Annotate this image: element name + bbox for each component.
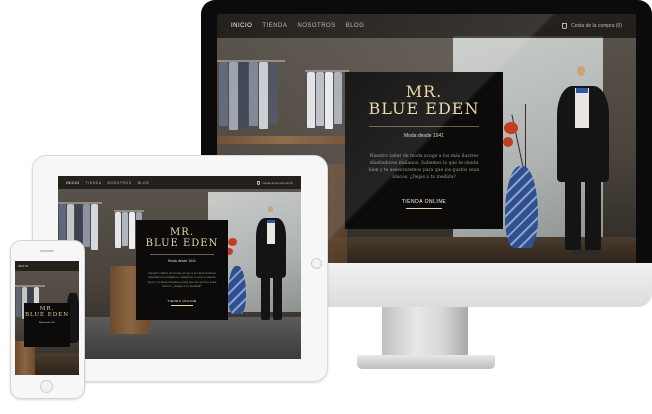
blue-bowtie [576,88,588,93]
cart-link[interactable]: Cesta de la compra (0) [561,23,622,29]
iphone-home-button[interactable] [40,380,53,393]
site-nav: INICIO [15,261,79,271]
ipad-home-button[interactable] [311,258,322,269]
site-nav: INICIO TIENDA NOSOTROS BLOG Cesta de la … [58,176,301,189]
blue-bowtie [267,220,275,223]
cart-label: Cesta de la compra (0) [262,180,293,185]
nav-item-tienda[interactable]: TIENDA [86,181,102,185]
shop-link-underline [406,207,442,209]
tagline: Moda desde 1941 [167,259,197,263]
shop-online-link[interactable]: TIENDA ONLINE [167,299,196,303]
brand-name-line2: BLUE EDEN [24,311,70,318]
brand-name-line2: BLUE EDEN [368,98,480,118]
brand-divider [150,254,214,255]
nav-item-blog[interactable]: BLOG [138,181,150,185]
cart-label: Cesta de la compra (0) [571,23,622,29]
nav-item-inicio[interactable]: INICIO [66,181,80,185]
nav-item-tienda[interactable]: TIENDA [262,23,287,29]
tagline: Moda desde 1941 [38,321,55,324]
red-flower [503,137,513,147]
red-flower [504,122,518,134]
clothes-rack [217,60,285,130]
nav-item-nosotros[interactable]: NOSOTROS [108,181,132,185]
iphone-screen: INICIO MR. BLUE EDEN Moda desde 1941 [15,261,79,375]
brand-name-line1: MR. [170,227,194,238]
nav-item-inicio[interactable]: INICIO [18,265,28,268]
shopping-cart-icon [561,23,568,29]
hero-description: Nuestro taller de moda acoge a los más i… [368,153,480,180]
nav-item-inicio[interactable]: INICIO [231,23,252,29]
brand-name-line2: BLUE EDEN [145,237,219,249]
shop-online-link[interactable]: TIENDA ONLINE [402,199,447,205]
shop-link-underline [171,304,193,306]
red-flower [228,238,237,246]
nav-item-blog[interactable]: BLOG [346,23,365,29]
shopping-cart-icon [256,180,261,185]
brand-divider [369,125,479,127]
iphone-speaker [40,250,54,252]
site-nav: INICIO TIENDA NOSOTROS BLOG Cesta de la … [217,14,636,38]
store-floor [58,317,301,359]
hero-description: Nuestro taller de moda acoge a los más i… [147,271,217,289]
tagline: Moda desde 1941 [403,132,445,139]
blue-vase [228,266,246,314]
ipad-screen: INICIO TIENDA NOSOTROS BLOG Cesta de la … [58,176,301,359]
imac-stand-base [357,355,495,369]
cart-link[interactable]: Cesta de la compra (0) [256,180,293,185]
hero-brand-box: MR. BLUE EDEN Moda desde 1941 Nuestro ta… [345,72,503,229]
blue-vase [505,166,538,248]
wooden-shelf [217,136,347,144]
hero-brand-box: MR. BLUE EDEN Moda desde 1941 [24,303,70,347]
hero-brand-box: MR. BLUE EDEN Moda desde 1941 Nuestro ta… [136,220,228,320]
clothes-rack [305,70,349,130]
nav-item-nosotros[interactable]: NOSOTROS [297,23,335,29]
